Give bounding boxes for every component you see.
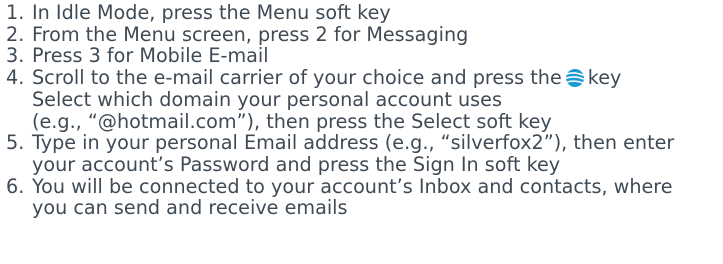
step-text: Scroll to the e-mail carrier of your cho…: [32, 66, 562, 90]
step-5: 5. Type in your personal Email address (e…: [6, 132, 721, 154]
step-text: You will be connected to your account’s …: [32, 174, 673, 198]
step-4-line-2: Select which domain your personal accoun…: [32, 87, 502, 111]
step-1: 1. In Idle Mode, press the Menu soft key: [6, 2, 721, 24]
step-2: 2. From the Menu screen, press 2 for Mess…: [6, 22, 721, 46]
step-text: Press 3 for Mobile E-mail: [32, 44, 269, 68]
step-5-line-2: your account’s Password and press the Si…: [32, 152, 561, 176]
step-text: Type in your personal Email address (e.g…: [32, 131, 675, 155]
att-globe-key-icon: [565, 68, 585, 88]
step-text: In Idle Mode, press the Menu soft key: [32, 1, 391, 24]
step-6-line-2: you can send and receive emails: [32, 196, 348, 220]
step-number: 6.: [6, 174, 25, 198]
step-text: From the Menu screen, press 2 for Messag…: [32, 22, 469, 46]
step-number: 4.: [6, 66, 25, 90]
instruction-list: 1. In Idle Mode, press the Menu soft key …: [6, 2, 721, 219]
step-number: 2.: [6, 22, 25, 46]
step-3: 3. Press 3 for Mobile E-mail: [6, 45, 721, 67]
step-text-continued: key: [587, 66, 622, 90]
step-6: 6. You will be connected to your account’…: [6, 174, 721, 198]
step-number: 3.: [6, 44, 25, 68]
step-number: 1.: [6, 1, 25, 24]
step-4-line-3: (e.g., “@hotmail.com”), then press the S…: [32, 109, 552, 133]
step-4: 4. Scroll to the e-mail carrier of your c…: [6, 67, 721, 89]
step-number: 5.: [6, 131, 25, 155]
